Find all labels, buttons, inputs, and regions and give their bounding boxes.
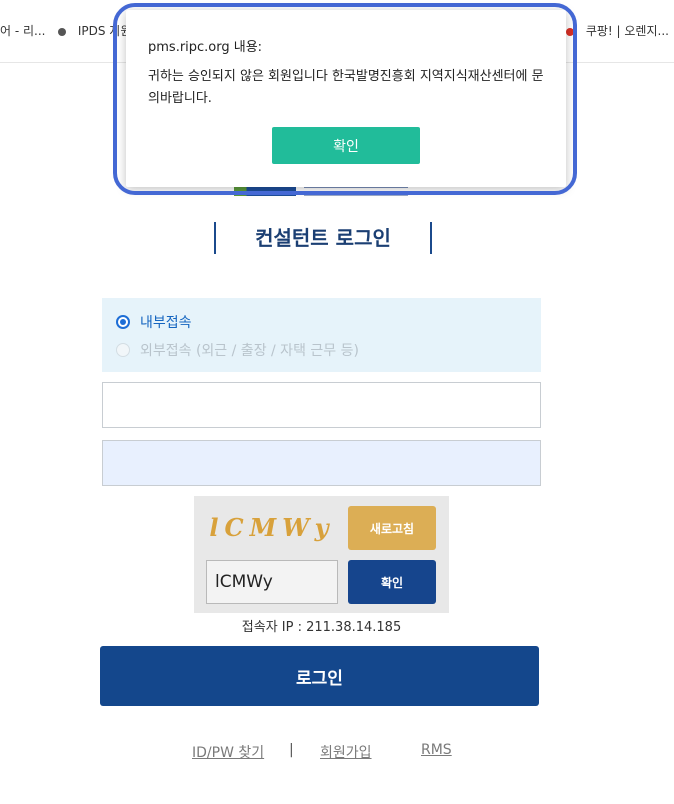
bookmark-label: 쿠팡! | 오렌지... bbox=[585, 24, 669, 38]
bookmark-item[interactable]: 어 - 리... bbox=[0, 22, 45, 39]
bookmark-dot-icon bbox=[566, 27, 574, 36]
rms-link[interactable]: RMS bbox=[421, 742, 452, 758]
captcha-box: lCMWy 새로고침 확인 bbox=[194, 496, 449, 613]
join-link[interactable]: 회원가입 bbox=[320, 742, 372, 762]
dialog-origin: pms.ripc.org 내용: bbox=[148, 40, 263, 55]
footer-links: ID/PW 찾기 | 회원가입 RMS bbox=[0, 742, 674, 766]
access-option-label: 외부접속 (외근 / 출장 / 자택 근무 등) bbox=[140, 343, 359, 359]
id-input[interactable] bbox=[102, 382, 541, 428]
access-option-internal[interactable]: 내부접속 bbox=[116, 312, 192, 332]
alert-dialog: pms.ripc.org 내용: 귀하는 승인되지 않은 회원입니다 한국발명진… bbox=[126, 10, 566, 187]
find-id-pw-link[interactable]: ID/PW 찾기 bbox=[192, 742, 264, 762]
radio-checked-icon[interactable] bbox=[116, 315, 130, 329]
bookmark-item[interactable]: IPDS 지원 bbox=[58, 22, 131, 39]
client-ip-text: 접속자 IP : 211.38.14.185 bbox=[241, 620, 402, 635]
captcha-input[interactable] bbox=[206, 560, 338, 604]
captcha-confirm-button[interactable]: 확인 bbox=[348, 560, 436, 604]
access-option-external[interactable]: 외부접속 (외근 / 출장 / 자택 근무 등) bbox=[116, 340, 359, 360]
bookmark-dot-icon bbox=[58, 27, 66, 36]
access-type-box: 내부접속 외부접속 (외근 / 출장 / 자택 근무 등) bbox=[102, 298, 541, 372]
captcha-image: lCMWy bbox=[209, 513, 335, 542]
access-option-label: 내부접속 bbox=[140, 315, 192, 331]
dialog-ok-button[interactable]: 확인 bbox=[272, 127, 420, 164]
bookmark-label: IPDS 지원 bbox=[77, 24, 132, 38]
radio-unchecked-icon[interactable] bbox=[116, 343, 130, 357]
dialog-message: 귀하는 승인되지 않은 회원입니다 한국발명진흥회 지역지식재산센터에 문의바랍… bbox=[148, 69, 544, 106]
logo-subtext-shape bbox=[304, 192, 408, 196]
password-input[interactable] bbox=[102, 440, 541, 486]
footer-separator: | bbox=[289, 742, 294, 758]
bookmark-item[interactable]: 쿠팡! | 오렌지... bbox=[566, 22, 669, 39]
login-button[interactable]: 로그인 bbox=[100, 646, 539, 706]
page-title: 컨설턴트 로그인 bbox=[214, 222, 432, 254]
captcha-refresh-button[interactable]: 새로고침 bbox=[348, 506, 436, 550]
bookmark-label: 어 - 리... bbox=[0, 24, 46, 38]
